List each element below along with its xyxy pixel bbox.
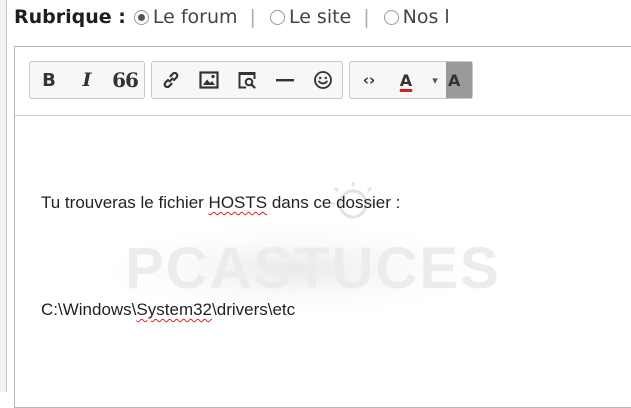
content-line: Tu trouveras le fichier HOSTS dans ce do… [41, 193, 400, 213]
page-frame-edge [0, 0, 7, 392]
italic-button[interactable]: I [68, 62, 106, 98]
rubrique-selector: Rubrique : Le forum | Le site | Nos l [14, 0, 631, 34]
radio-label: Le site [288, 6, 352, 28]
image-icon [199, 71, 219, 89]
media-button[interactable] [228, 62, 266, 98]
link-button[interactable] [152, 62, 190, 98]
radio-button[interactable] [383, 9, 399, 25]
content-line: C:\Windows\System32\drivers\etc [41, 300, 295, 320]
message-editor: B I 66 ‹› A ▾ A PCASTUCES Tu trouveras l… [14, 46, 631, 408]
radio-option-nos[interactable]: Nos l [382, 6, 450, 28]
editor-toolbar: B I 66 ‹› A ▾ A [15, 47, 631, 116]
smiley-icon [314, 71, 332, 89]
code-button[interactable]: ‹› [350, 62, 388, 98]
svg-text:PCASTUCES: PCASTUCES [125, 236, 501, 301]
insert-group [151, 61, 343, 99]
bold-button[interactable]: B [30, 62, 68, 98]
emoji-button[interactable] [304, 62, 342, 98]
text-segment: C:\Windows\ [41, 300, 137, 319]
separator: | [249, 6, 256, 28]
radio-option-forum[interactable]: Le forum [132, 6, 238, 28]
link-icon [163, 71, 179, 89]
text-color-button[interactable]: A [388, 62, 424, 98]
radio-button[interactable] [269, 9, 285, 25]
radio-button-checked[interactable] [133, 9, 149, 25]
format-group: ‹› A ▾ A [349, 61, 473, 99]
radio-label: Le forum [152, 6, 238, 28]
horizontal-rule-button[interactable] [266, 62, 304, 98]
misspelled-word: HOSTS [208, 193, 268, 212]
background-color-button[interactable]: A [446, 62, 472, 98]
radio-option-site[interactable]: Le site [268, 6, 351, 28]
text-color-icon: A [399, 70, 413, 90]
text-segment: dans ce dossier : [267, 193, 401, 212]
separator: | [363, 6, 370, 28]
image-button[interactable] [190, 62, 228, 98]
horizontal-line-icon [276, 79, 294, 82]
misspelled-word: System32 [136, 300, 213, 319]
text-segment: Tu trouveras le fichier [41, 193, 209, 212]
text-color-dropdown[interactable]: ▾ [424, 62, 446, 98]
quote-button[interactable]: 66 [106, 62, 144, 98]
media-search-icon [238, 72, 256, 89]
editor-content-area[interactable]: PCASTUCES Tu trouveras le fichier HOSTS … [15, 116, 631, 407]
text-style-group: B I 66 [29, 61, 145, 99]
rubrique-label: Rubrique : [14, 6, 126, 28]
radio-label: Nos l [402, 6, 450, 28]
text-segment: \drivers\etc [212, 300, 296, 319]
